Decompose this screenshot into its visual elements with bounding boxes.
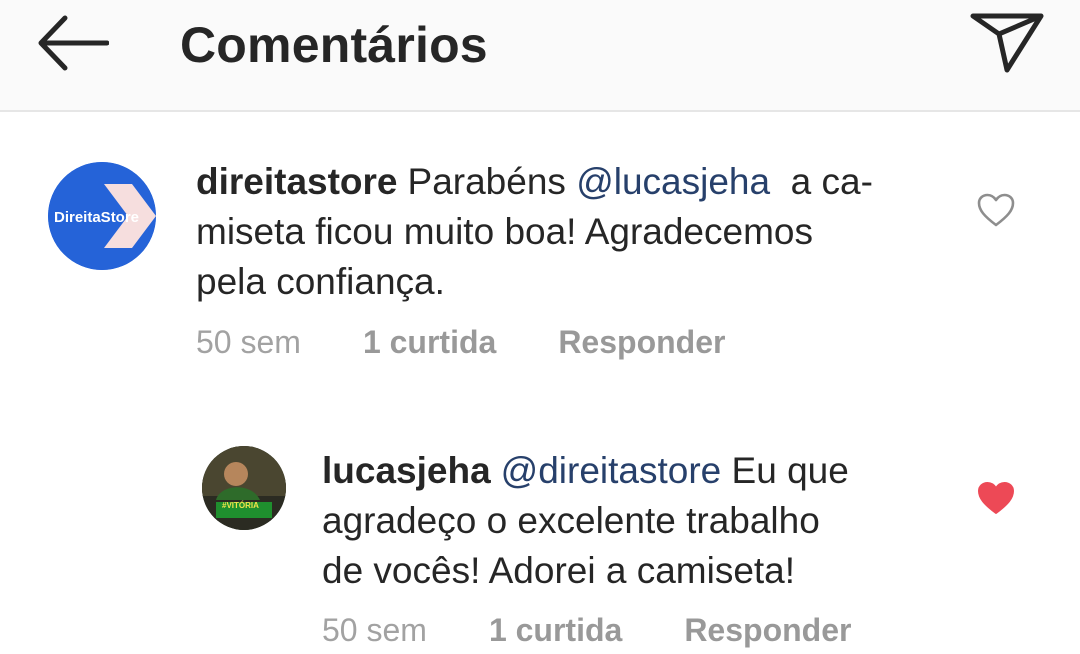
comment-meta: 50 sem 1 curtida Responder — [322, 612, 913, 649]
comment-username[interactable]: lucasjeha — [322, 450, 491, 491]
comment-timestamp: 50 sem — [322, 612, 427, 648]
mention-link[interactable]: @lucasjeha — [576, 161, 770, 202]
comment-username[interactable]: direitastore — [196, 161, 398, 202]
lucasjeha-avatar-image: #VITÓRIA — [202, 446, 286, 530]
comment-text: direitastore Parabéns @lucasjeha a ca- mi… — [196, 157, 956, 307]
top-bar: Comentários — [0, 0, 1080, 112]
comment-text-part: a ca- — [770, 161, 873, 202]
comment-text-line: pela confiança. — [196, 261, 445, 302]
direitastore-logo-icon: DireitaStore — [48, 162, 156, 270]
mention-link[interactable]: @direitastore — [501, 450, 722, 491]
avatar-logo-text: DireitaStore — [54, 209, 139, 226]
comment-item: DireitaStore direitastore Parabéns @lucas… — [0, 112, 1080, 382]
avatar[interactable]: #VITÓRIA — [202, 446, 286, 530]
likes-count-link[interactable]: 1 curtida — [363, 324, 496, 361]
like-button[interactable] — [970, 472, 1022, 524]
reply-button[interactable]: Responder — [558, 324, 725, 361]
comment-text-part: Parabéns — [407, 161, 577, 202]
comment-text-line: miseta ficou muito boa! Agradecemos — [196, 211, 813, 252]
like-button[interactable] — [970, 184, 1022, 236]
comment-text-part: Eu que — [721, 450, 849, 491]
comment-meta: 50 sem 1 curtida Responder — [196, 324, 787, 361]
back-button[interactable] — [30, 12, 114, 74]
heart-outline-icon — [977, 193, 1015, 227]
page-title: Comentários — [180, 17, 488, 73]
paper-plane-icon — [970, 13, 1044, 73]
heart-filled-icon — [978, 482, 1014, 514]
avatar-text: #VITÓRIA — [222, 501, 259, 510]
arrow-left-icon — [38, 15, 109, 71]
share-button[interactable] — [964, 6, 1050, 76]
avatar[interactable]: DireitaStore — [48, 162, 156, 270]
likes-count-link[interactable]: 1 curtida — [489, 612, 622, 649]
comment-timestamp: 50 sem — [196, 324, 301, 360]
comment-text-line: agradeço o excelente trabalho — [322, 500, 820, 541]
comment-text-line: de vocês! Adorei a camiseta! — [322, 550, 796, 591]
comment-text: lucasjeha @direitastore Eu que agradeço o… — [322, 446, 942, 596]
reply-button[interactable]: Responder — [684, 612, 851, 649]
reply-comment-item: #VITÓRIA lucasjeha @direitastore Eu que a… — [0, 420, 1080, 654]
